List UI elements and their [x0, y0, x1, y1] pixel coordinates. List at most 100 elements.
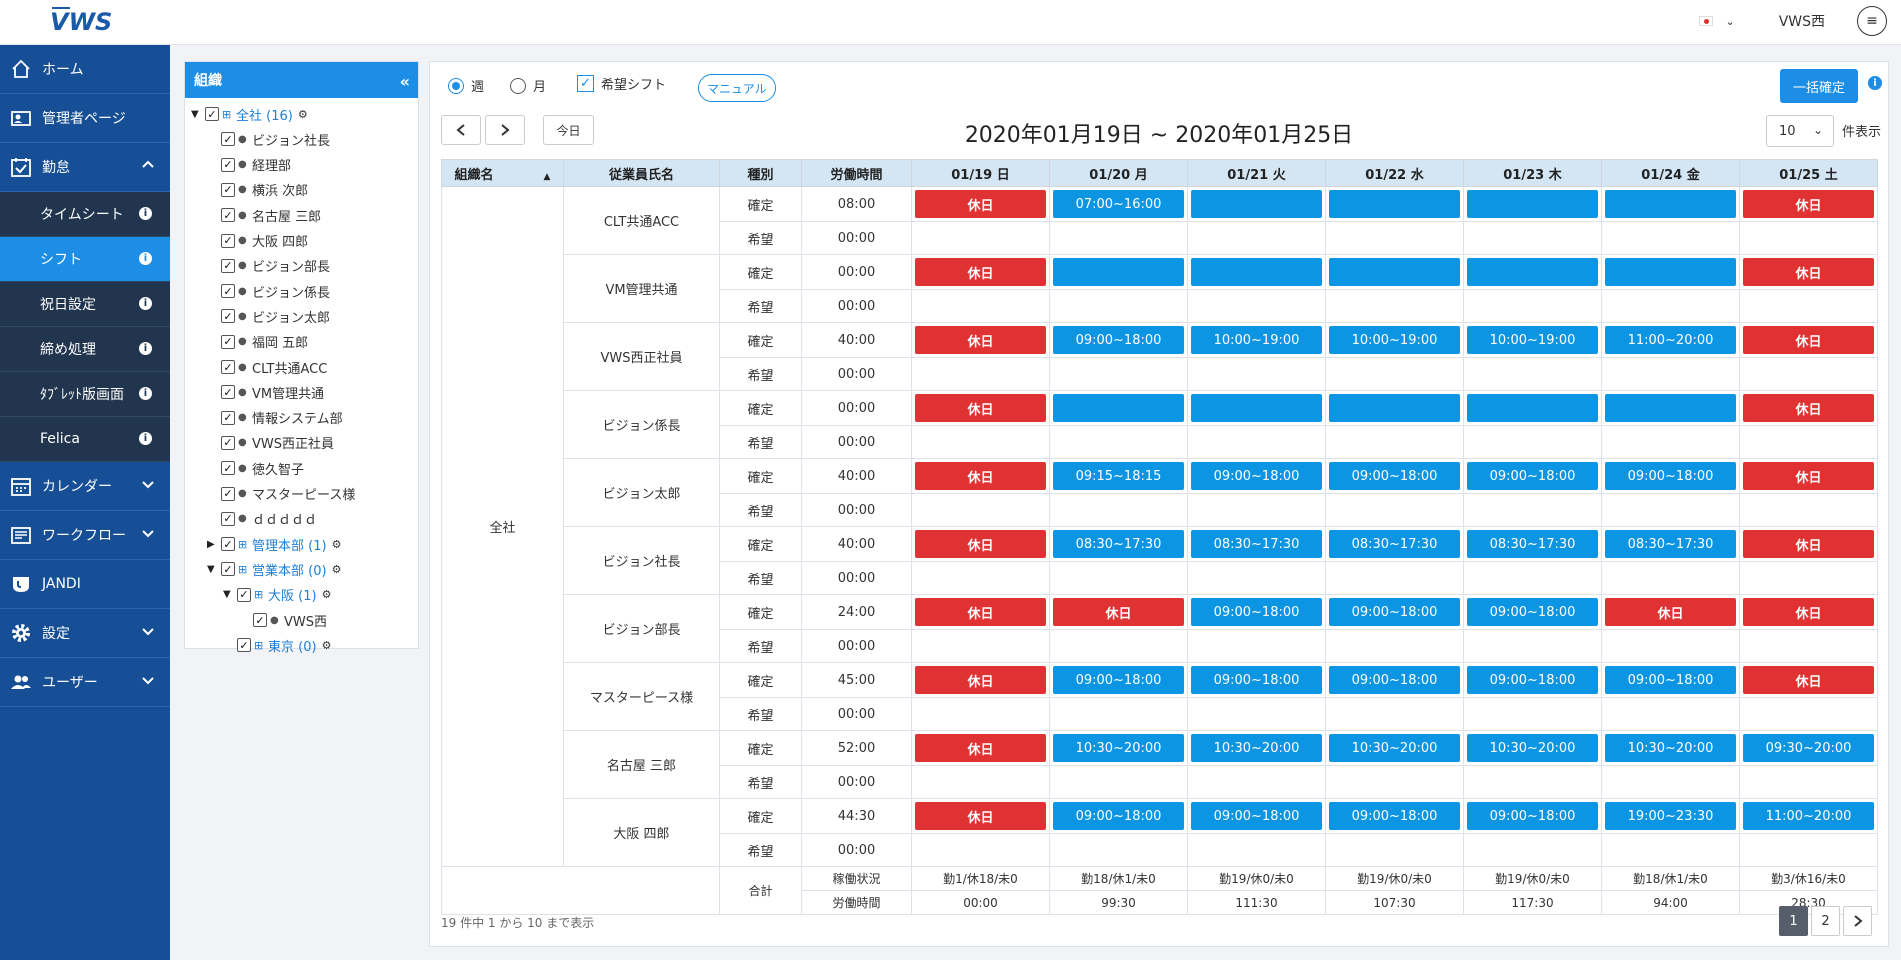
- tree-checkbox[interactable]: ✓: [253, 613, 267, 627]
- tree-node-label[interactable]: 東京 (0): [268, 636, 317, 655]
- wish-cell[interactable]: [1325, 221, 1464, 255]
- tree-checkbox[interactable]: ✓: [221, 258, 235, 273]
- wish-cell[interactable]: [1049, 629, 1188, 663]
- tree-checkbox[interactable]: ✓: [221, 511, 235, 526]
- tree-person-node[interactable]: ✓ ● ビジョン社長: [207, 128, 330, 150]
- wish-cell[interactable]: [1601, 561, 1740, 595]
- wish-cell[interactable]: [1601, 289, 1740, 323]
- shift-slot[interactable]: 11:00~20:00: [1743, 802, 1874, 830]
- shift-slot[interactable]: [1191, 394, 1322, 422]
- wish-cell[interactable]: [1463, 765, 1602, 799]
- tree-checkbox[interactable]: ✓: [221, 309, 235, 324]
- sidebar-item-attendance[interactable]: 勤怠: [0, 143, 170, 192]
- wish-cell[interactable]: [1049, 833, 1188, 867]
- wish-shift-option[interactable]: ✓ 希望シフト: [577, 74, 666, 93]
- wish-cell[interactable]: [1325, 833, 1464, 867]
- holiday-slot[interactable]: 休日: [915, 258, 1046, 286]
- tree-person-node[interactable]: ✓ ● VWS西正社員: [207, 432, 334, 454]
- shift-slot[interactable]: 09:00~18:00: [1329, 666, 1460, 694]
- wish-cell[interactable]: [1601, 765, 1740, 799]
- shift-slot[interactable]: 09:15~18:15: [1053, 462, 1184, 490]
- vws-logo[interactable]: VWS: [48, 4, 124, 38]
- sidebar-item-workflow[interactable]: ワークフロー: [0, 511, 170, 560]
- holiday-slot[interactable]: 休日: [915, 326, 1046, 354]
- wish-cell[interactable]: [1187, 493, 1326, 527]
- tree-checkbox[interactable]: ✓: [221, 562, 235, 577]
- next-page-button[interactable]: [1843, 906, 1872, 936]
- wish-cell[interactable]: [1739, 833, 1878, 867]
- wish-cell[interactable]: [911, 629, 1050, 663]
- month-radio[interactable]: [510, 77, 526, 94]
- shift-slot[interactable]: 09:00~18:00: [1329, 462, 1460, 490]
- tree-org-node[interactable]: ▶ ✓ ⊞ 管理本部 (1) ⚙: [207, 533, 341, 555]
- tree-checkbox[interactable]: ✓: [221, 334, 235, 349]
- employee-name[interactable]: VWS西正社員: [563, 322, 720, 391]
- tree-node-label[interactable]: 横浜 次郎: [252, 180, 308, 199]
- tree-node-label[interactable]: 全社 (16): [236, 105, 293, 124]
- employee-name[interactable]: マスターピース様: [563, 662, 720, 731]
- shift-slot[interactable]: 07:00~16:00: [1053, 190, 1184, 218]
- wish-cell[interactable]: [1463, 493, 1602, 527]
- tree-node-label[interactable]: 経理部: [252, 155, 291, 174]
- shift-slot[interactable]: 11:00~20:00: [1605, 326, 1736, 354]
- shift-slot[interactable]: 10:00~19:00: [1467, 326, 1598, 354]
- tree-person-node[interactable]: ✓ ● 経理部: [207, 154, 291, 176]
- employee-name[interactable]: ビジョン係長: [563, 390, 720, 459]
- wish-cell[interactable]: [1739, 357, 1878, 391]
- page-1-button[interactable]: 1: [1779, 906, 1808, 936]
- employee-name[interactable]: CLT共通ACC: [563, 186, 720, 255]
- wish-cell[interactable]: [1325, 289, 1464, 323]
- shift-slot[interactable]: 09:00~18:00: [1467, 462, 1598, 490]
- wish-cell[interactable]: [1601, 697, 1740, 731]
- tree-person-node[interactable]: ✓ ● 名古屋 三郎: [207, 204, 321, 226]
- wish-cell[interactable]: [1463, 833, 1602, 867]
- wish-shift-checkbox[interactable]: ✓: [577, 75, 594, 92]
- tree-node-label[interactable]: VWS西正社員: [252, 433, 334, 452]
- tree-checkbox[interactable]: ✓: [237, 587, 251, 602]
- wish-cell[interactable]: [1049, 697, 1188, 731]
- gear-icon[interactable]: ⚙: [322, 639, 332, 652]
- wish-cell[interactable]: [1463, 357, 1602, 391]
- wish-cell[interactable]: [1463, 289, 1602, 323]
- tree-checkbox[interactable]: ✓: [205, 107, 219, 121]
- holiday-slot[interactable]: 休日: [915, 530, 1046, 558]
- holiday-slot[interactable]: 休日: [1743, 326, 1874, 354]
- shift-slot[interactable]: 10:30~20:00: [1467, 734, 1598, 762]
- wish-cell[interactable]: [1463, 629, 1602, 663]
- shift-slot[interactable]: 09:00~18:00: [1329, 802, 1460, 830]
- wish-cell[interactable]: [1463, 697, 1602, 731]
- sidebar-item-jandi[interactable]: JANDI: [0, 560, 170, 609]
- wish-cell[interactable]: [1325, 765, 1464, 799]
- shift-slot[interactable]: 09:00~18:00: [1191, 666, 1322, 694]
- wish-cell[interactable]: [911, 425, 1050, 459]
- tree-person-node[interactable]: ✓ ● マスターピース様: [207, 483, 355, 505]
- wish-cell[interactable]: [1739, 629, 1878, 663]
- wish-cell[interactable]: [911, 765, 1050, 799]
- sidebar-sub-timesheet[interactable]: タイムシート i: [0, 192, 170, 237]
- wish-cell[interactable]: [1049, 221, 1188, 255]
- holiday-slot[interactable]: 休日: [915, 666, 1046, 694]
- employee-name[interactable]: ビジョン社長: [563, 526, 720, 595]
- holiday-slot[interactable]: 休日: [1743, 666, 1874, 694]
- wish-cell[interactable]: [1601, 357, 1740, 391]
- shift-slot[interactable]: 09:00~18:00: [1329, 598, 1460, 626]
- tree-checkbox[interactable]: ✓: [221, 157, 235, 172]
- gear-icon[interactable]: ⚙: [322, 588, 332, 601]
- shift-slot[interactable]: 09:00~18:00: [1605, 462, 1736, 490]
- tree-node-label[interactable]: 大阪 (1): [268, 585, 317, 604]
- wish-cell[interactable]: [1187, 697, 1326, 731]
- holiday-slot[interactable]: 休日: [915, 394, 1046, 422]
- wish-cell[interactable]: [1187, 425, 1326, 459]
- prev-week-button[interactable]: [441, 115, 481, 145]
- wish-cell[interactable]: [1325, 561, 1464, 595]
- menu-icon[interactable]: ≡: [1857, 6, 1887, 36]
- shift-slot[interactable]: 19:00~23:30: [1605, 802, 1736, 830]
- tree-checkbox[interactable]: ✓: [221, 435, 235, 450]
- tree-node-label[interactable]: 営業本部 (0): [252, 560, 327, 579]
- tree-node-label[interactable]: 情報システム部: [252, 408, 343, 427]
- wish-cell[interactable]: [1049, 425, 1188, 459]
- info-icon[interactable]: i: [139, 432, 152, 445]
- tree-checkbox[interactable]: ✓: [221, 233, 235, 248]
- shift-slot[interactable]: [1329, 394, 1460, 422]
- wish-cell[interactable]: [911, 561, 1050, 595]
